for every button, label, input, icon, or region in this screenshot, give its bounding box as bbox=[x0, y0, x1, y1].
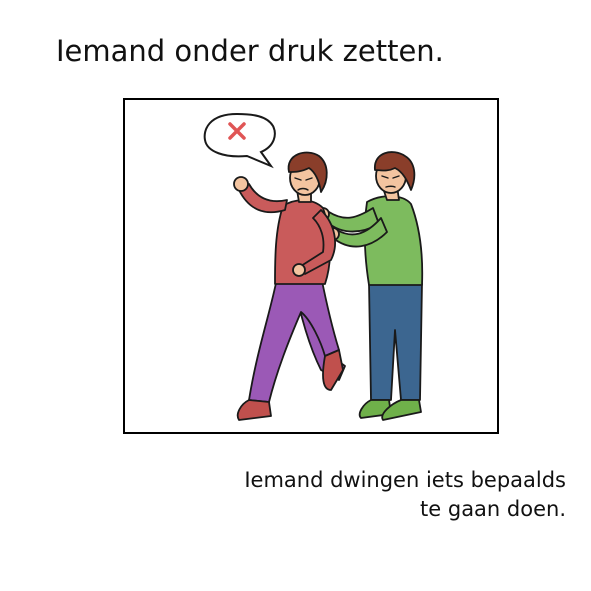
caption: Iemand dwingen iets bepaalds te gaan doe… bbox=[244, 466, 566, 524]
pushed-person bbox=[233, 151, 346, 421]
pressure-illustration bbox=[203, 112, 424, 421]
speech-bubble bbox=[203, 112, 276, 169]
caption-line-2: te gaan doen. bbox=[420, 497, 566, 521]
page-title: Iemand onder druk zetten. bbox=[56, 34, 444, 68]
caption-line-1: Iemand dwingen iets bepaalds bbox=[244, 468, 566, 492]
illustration-frame bbox=[123, 98, 499, 434]
